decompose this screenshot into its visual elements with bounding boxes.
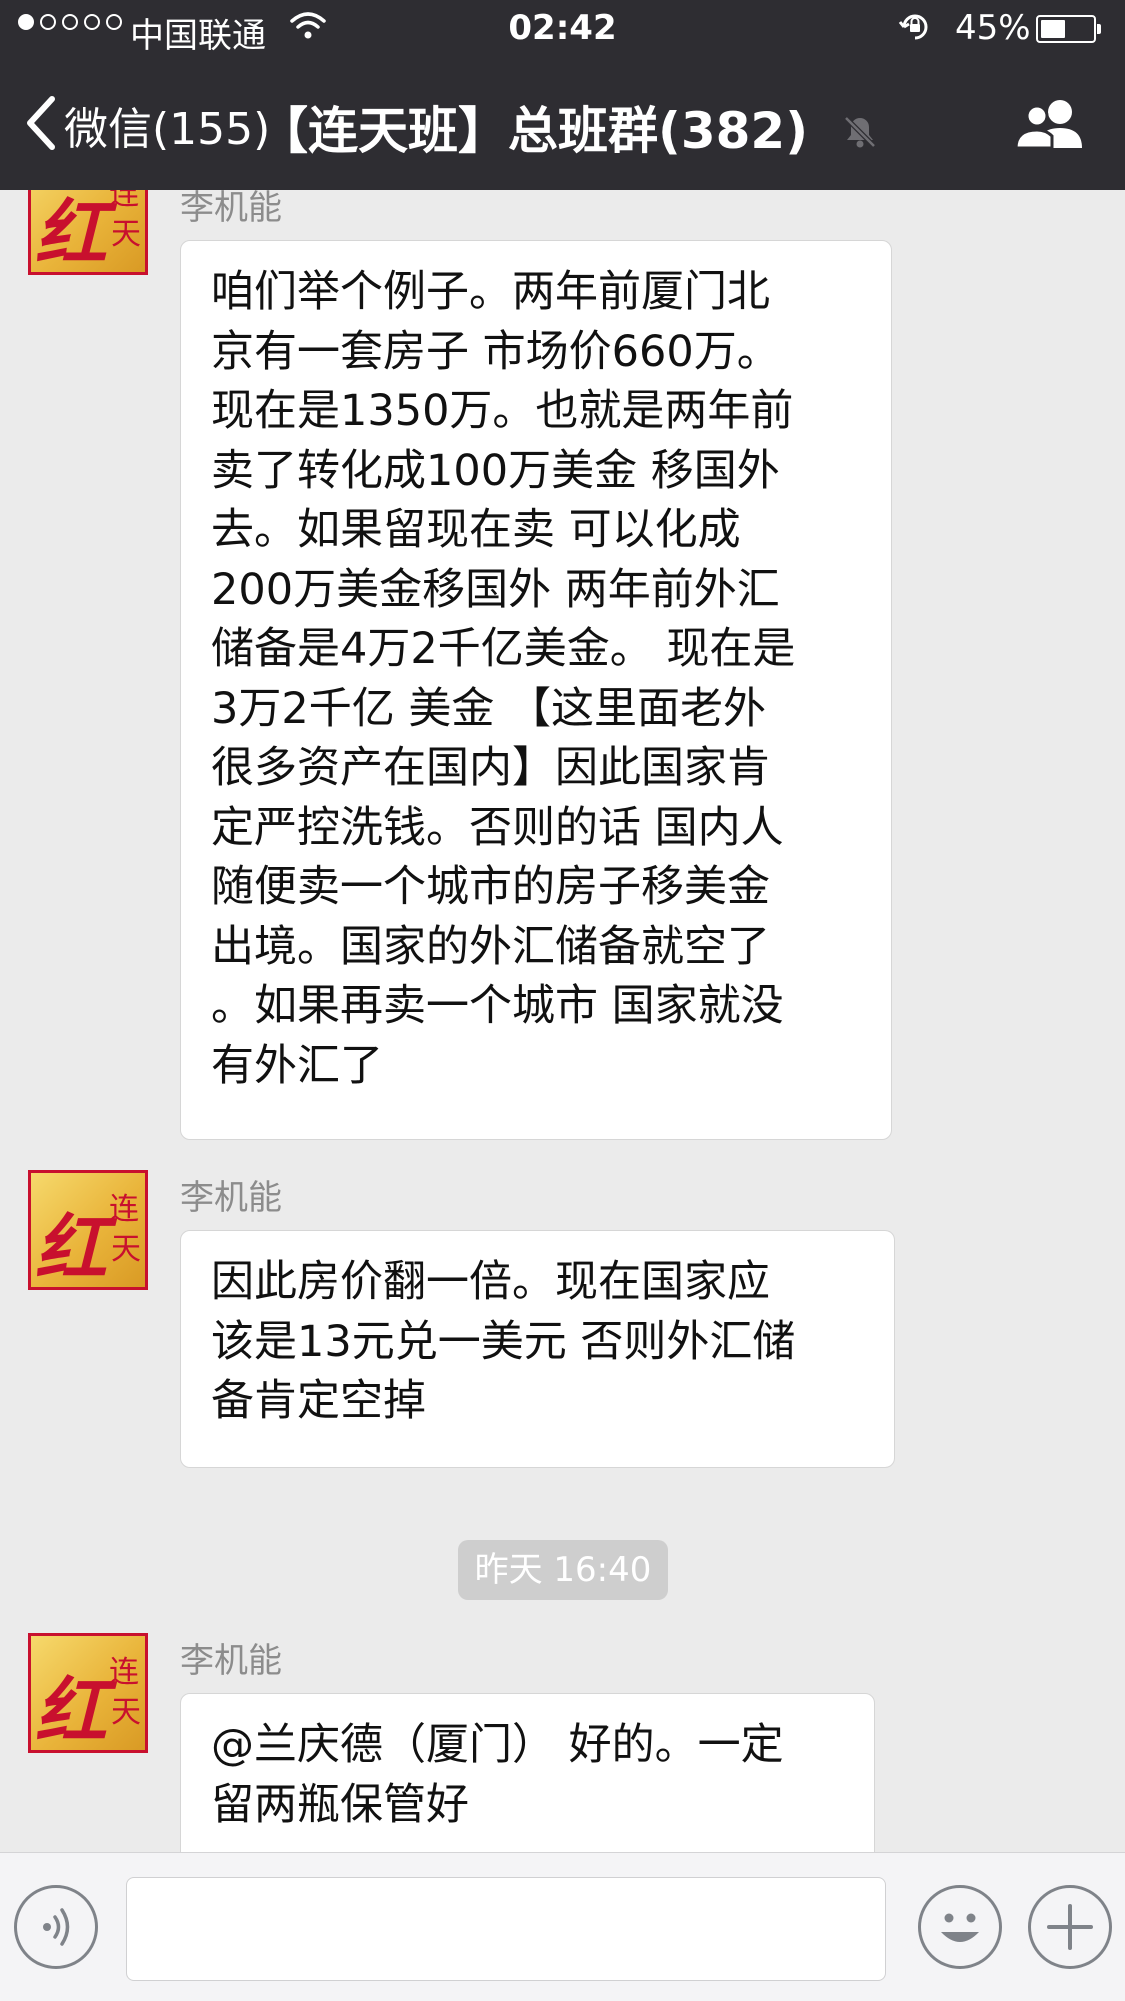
svg-text:红: 红: [35, 1668, 118, 1753]
svg-text:连: 连: [109, 190, 139, 212]
status-bar: 中国联通 02:42 45%: [0, 0, 1125, 60]
sender-name: 李机能: [180, 1641, 282, 1681]
back-label: 微信(155): [64, 104, 271, 155]
battery-icon: [1036, 15, 1101, 43]
svg-text:连: 连: [109, 1192, 139, 1227]
voice-button[interactable]: [14, 1885, 98, 1969]
message-bubble[interactable]: @兰庆德（厦门） 好的。一定 留两瓶保管好: [180, 1693, 875, 1852]
nav-bar: 微信(155) 【连天班】总班群(382): [0, 60, 1125, 190]
message-bubble[interactable]: 咱们举个例子。两年前厦门北 京有一套房子 市场价660万。 现在是1350万。也…: [180, 240, 892, 1140]
rotation-lock-icon: [898, 10, 932, 53]
members-icon[interactable]: [1010, 96, 1090, 160]
message-input[interactable]: [126, 1877, 886, 1981]
more-button[interactable]: [1028, 1885, 1112, 1969]
sender-name: 李机能: [180, 190, 282, 228]
timestamp-divider: 昨天 16:40: [458, 1540, 668, 1600]
plus-icon: [1031, 1904, 1109, 1970]
emoji-icon: [921, 1913, 999, 1970]
sender-name: 李机能: [180, 1178, 282, 1218]
svg-text:红: 红: [35, 1205, 118, 1290]
mute-icon: [842, 114, 878, 154]
message-bubble[interactable]: 因此房价翻一倍。现在国家应 该是13元兑一美元 否则外汇储 备肯定空掉: [180, 1230, 895, 1468]
svg-text:天: 天: [111, 1232, 141, 1267]
emoji-button[interactable]: [918, 1885, 1002, 1969]
battery-percent: 45%: [955, 8, 1031, 48]
voice-icon: [17, 1908, 95, 1970]
chevron-left-icon: [24, 95, 58, 155]
avatar[interactable]: 红 连 天: [28, 190, 148, 275]
avatar[interactable]: 红 连 天: [28, 1170, 148, 1290]
svg-text:连: 连: [109, 1655, 139, 1690]
chat-title: 【连天班】总班群(382): [258, 102, 809, 160]
input-toolbar: [0, 1852, 1125, 2001]
svg-text:天: 天: [111, 217, 141, 252]
svg-text:天: 天: [111, 1695, 141, 1730]
message-list[interactable]: 红 连 天 李机能 咱们举个例子。两年前厦门北 京有一套房子 市场价660万。 …: [0, 190, 1125, 1852]
back-button[interactable]: 微信(155): [24, 90, 270, 160]
svg-text:红: 红: [35, 190, 118, 275]
avatar[interactable]: 红 连 天: [28, 1633, 148, 1753]
